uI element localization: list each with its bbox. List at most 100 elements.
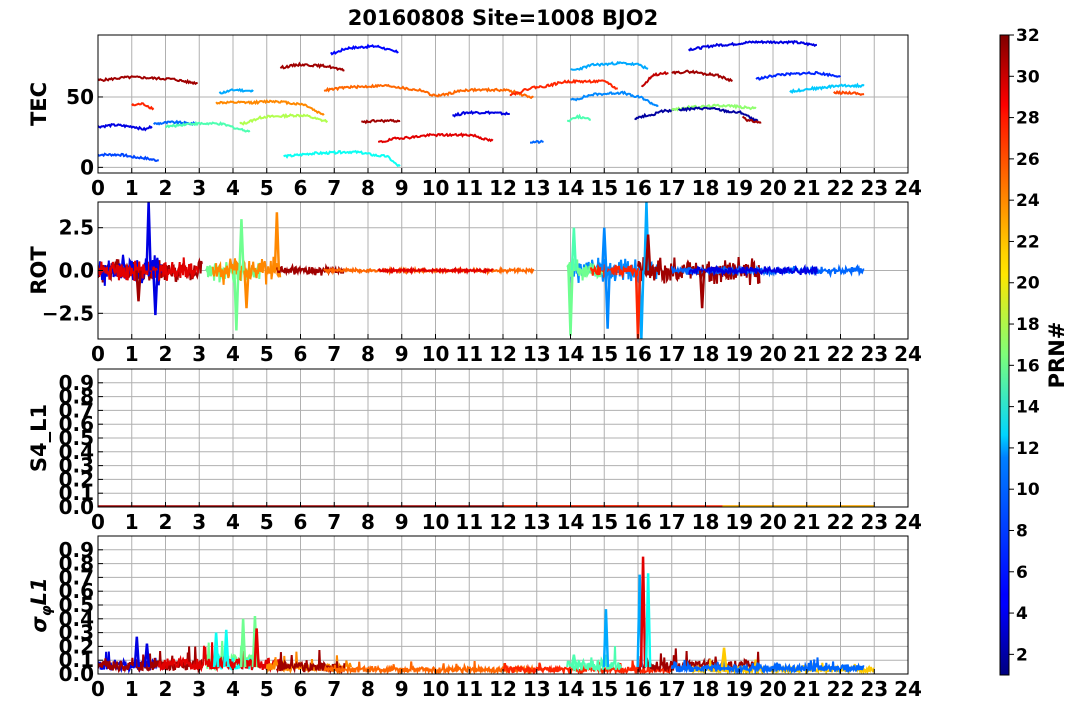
x-tick-label: 20 bbox=[759, 176, 787, 200]
series-prn-13 bbox=[283, 149, 401, 168]
series-prn-24 bbox=[211, 256, 282, 285]
series-prn-7 bbox=[98, 152, 159, 162]
colorbar-tick-label: 22 bbox=[1016, 232, 1040, 252]
y-tick-label: 50 bbox=[66, 85, 94, 109]
x-tick-label: 19 bbox=[725, 677, 753, 701]
y-tick-label: 0.9 bbox=[59, 538, 94, 562]
x-tick-label: 5 bbox=[260, 510, 274, 534]
colorbar-label: PRN# bbox=[1045, 322, 1069, 389]
x-tick-label: 2 bbox=[159, 677, 173, 701]
colorbar-tick-label: 20 bbox=[1016, 274, 1040, 294]
colorbar-tick-label: 28 bbox=[1016, 109, 1040, 129]
x-tick-label: 4 bbox=[226, 677, 240, 701]
x-tick-label: 13 bbox=[523, 677, 551, 701]
x-tick-label: 12 bbox=[489, 510, 517, 534]
x-tick-label: 4 bbox=[226, 176, 240, 200]
x-tick-label: 7 bbox=[327, 342, 341, 366]
series-group bbox=[98, 39, 865, 168]
x-tick-label: 17 bbox=[658, 677, 686, 701]
x-tick-label: 23 bbox=[860, 677, 888, 701]
series-prn-27 bbox=[509, 78, 618, 97]
x-tick-label: 7 bbox=[327, 510, 341, 534]
spike-prn-24 bbox=[273, 212, 281, 271]
x-tick-label: 21 bbox=[793, 176, 821, 200]
series-prn-2 bbox=[634, 108, 676, 121]
y-tick-label: 0.9 bbox=[59, 371, 94, 395]
colorbar-gradient bbox=[999, 34, 1010, 676]
series-prn-5 bbox=[330, 43, 399, 56]
grid bbox=[97, 369, 909, 508]
colorbar-tick-label: 10 bbox=[1016, 480, 1040, 500]
x-tick-label: 16 bbox=[624, 510, 652, 534]
x-tick-label: 18 bbox=[692, 677, 720, 701]
x-tick-label: 10 bbox=[422, 677, 450, 701]
series-group bbox=[98, 556, 875, 674]
x-tick-label: 6 bbox=[294, 677, 308, 701]
x-tick-label: 7 bbox=[327, 677, 341, 701]
x-tick-label: 1 bbox=[125, 176, 139, 200]
x-tick-label: 8 bbox=[361, 176, 375, 200]
x-tick-label: 13 bbox=[523, 510, 551, 534]
x-tick-label: 20 bbox=[759, 677, 787, 701]
x-tick-label: 1 bbox=[125, 342, 139, 366]
panel-3: 0 1 2 3 4 5 6 7 8 9 10 11 12 13 14 15 16 17 18 19 20 21 22 23 24… bbox=[27, 368, 922, 534]
x-tick-label: 24 bbox=[894, 677, 922, 701]
x-tick-label: 5 bbox=[260, 176, 274, 200]
x-tick-label: 21 bbox=[793, 510, 821, 534]
x-tick-label: 4 bbox=[226, 510, 240, 534]
x-tick-label: 20 bbox=[759, 342, 787, 366]
panel-4: 0 1 2 3 4 5 6 7 8 9 10 11 12 13 14 15 16 17 18 19 20 21 22 23 24… bbox=[27, 535, 922, 701]
x-tick-label: 16 bbox=[624, 342, 652, 366]
panel-1: 0 1 2 3 4 5 6 7 8 9 10 11 12 13 14 15 16 17 18 19 20 21 22 23 24… bbox=[27, 34, 922, 200]
x-tick-label: 23 bbox=[860, 510, 888, 534]
x-tick-label: 0 bbox=[91, 176, 105, 200]
x-tick-label: 18 bbox=[692, 510, 720, 534]
series-group bbox=[98, 202, 865, 339]
series-prn-4 bbox=[98, 123, 153, 132]
series-prn-31 bbox=[279, 61, 345, 72]
x-tick-label: 17 bbox=[658, 510, 686, 534]
x-tick-label: 14 bbox=[557, 510, 585, 534]
x-tick-label: 2 bbox=[159, 510, 173, 534]
x-tick-label: 24 bbox=[894, 510, 922, 534]
series-prn-31 bbox=[98, 75, 198, 86]
x-tick-label: 1 bbox=[125, 677, 139, 701]
colorbar-tick-label: 18 bbox=[1016, 315, 1040, 335]
series-prn-25 bbox=[323, 83, 534, 100]
x-tick-label: 16 bbox=[624, 677, 652, 701]
x-tick-label: 24 bbox=[894, 342, 922, 366]
x-tick-label: 11 bbox=[455, 342, 483, 366]
series-prn-6 bbox=[755, 70, 842, 81]
x-tick-label: 10 bbox=[422, 176, 450, 200]
x-tick-label: 3 bbox=[192, 176, 206, 200]
colorbar-tick-label: 30 bbox=[1016, 67, 1040, 87]
series-prn-31 bbox=[361, 118, 401, 125]
x-tick-label: 3 bbox=[192, 342, 206, 366]
spike-prn-4 bbox=[145, 202, 152, 271]
x-tick-label: 12 bbox=[489, 677, 517, 701]
colorbar-tick-label: 26 bbox=[1016, 150, 1040, 170]
x-tick-label: 14 bbox=[557, 677, 585, 701]
x-tick-label: 10 bbox=[422, 342, 450, 366]
x-tick-label: 23 bbox=[860, 342, 888, 366]
series-prn-31 bbox=[671, 69, 733, 83]
x-tick-label: 3 bbox=[192, 677, 206, 701]
y-axis-label: σφL1 bbox=[27, 577, 55, 632]
x-tick-label: 17 bbox=[658, 176, 686, 200]
x-tick-label: 9 bbox=[395, 677, 409, 701]
y-axis-label: TEC bbox=[27, 82, 51, 126]
x-tick-label: 12 bbox=[489, 176, 517, 200]
x-tick-label: 5 bbox=[260, 677, 274, 701]
series-prn-18 bbox=[239, 113, 329, 126]
x-tick-label: 9 bbox=[395, 510, 409, 534]
y-tick-label: 0.0 bbox=[59, 259, 94, 283]
x-tick-label: 16 bbox=[624, 176, 652, 200]
figure-title: 20160808 Site=1008 BJO2 bbox=[348, 6, 658, 30]
x-tick-label: 19 bbox=[725, 510, 753, 534]
series-prn-25 bbox=[323, 661, 535, 674]
x-tick-label: 8 bbox=[361, 677, 375, 701]
colorbar-tick-label: 14 bbox=[1016, 398, 1040, 418]
x-tick-label: 4 bbox=[226, 342, 240, 366]
x-tick-label: 15 bbox=[590, 176, 618, 200]
x-tick-label: 21 bbox=[793, 342, 821, 366]
